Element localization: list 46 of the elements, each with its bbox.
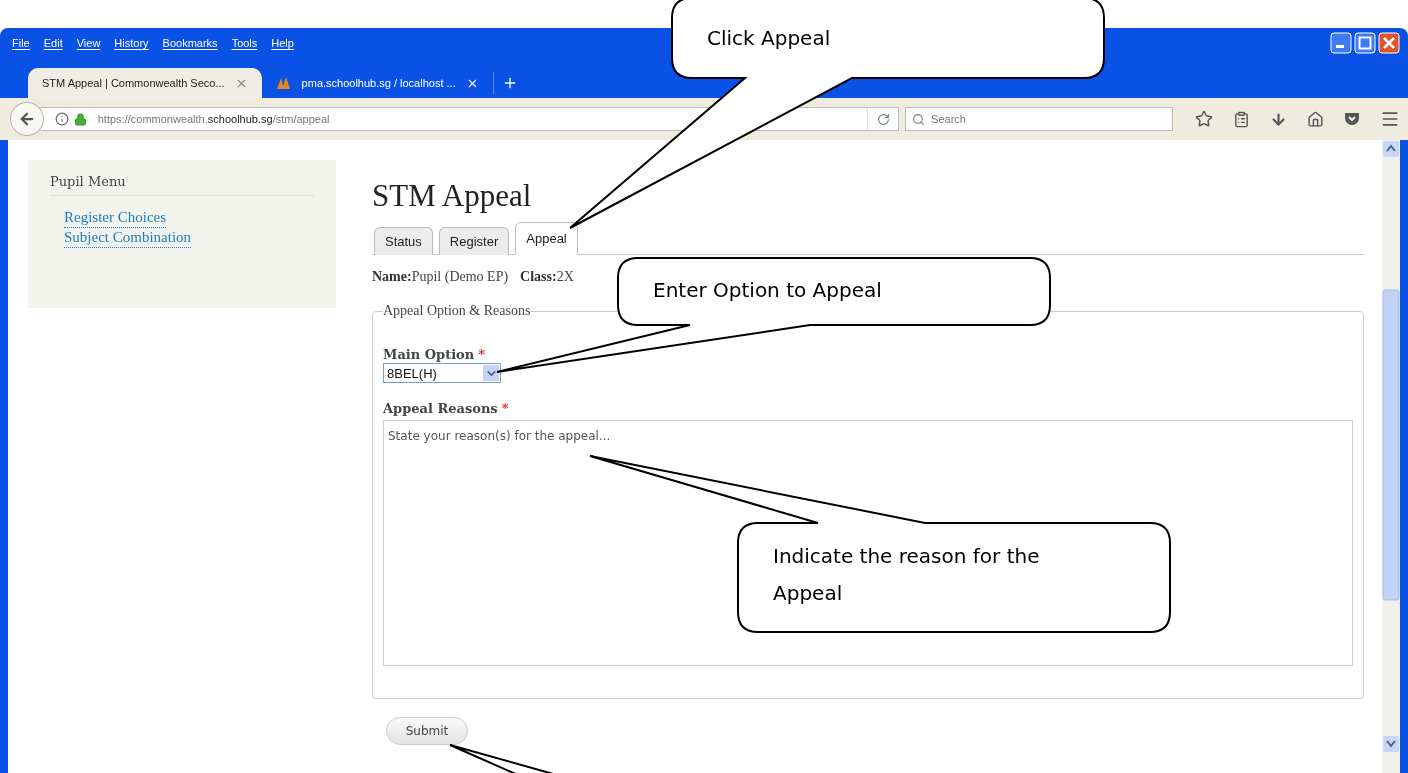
fieldset-legend: Appeal Option & Reasons bbox=[383, 303, 531, 319]
reload-icon[interactable] bbox=[876, 112, 890, 126]
search-field[interactable]: Search bbox=[905, 107, 1173, 131]
required-mark: * bbox=[478, 347, 486, 362]
menu-item[interactable]: View bbox=[76, 37, 101, 49]
option-select[interactable]: 8BEL(H) bbox=[383, 363, 501, 383]
back-button[interactable] bbox=[10, 102, 44, 136]
sidebar-link[interactable]: Register Choices bbox=[64, 208, 167, 228]
close-icon[interactable] bbox=[1378, 32, 1400, 54]
browser-tab[interactable]: STM Appeal | Commonwealth Seco... bbox=[28, 68, 262, 98]
menu-item[interactable]: Tools bbox=[231, 37, 258, 49]
field-label: Main Option * bbox=[383, 347, 487, 362]
callout-text: Click Appeal bbox=[707, 25, 831, 52]
menu-item[interactable]: History bbox=[114, 37, 149, 49]
sidebar-link[interactable]: Subject Combination bbox=[64, 228, 192, 248]
info-icon[interactable] bbox=[54, 112, 69, 126]
submit-button[interactable]: Submit bbox=[386, 717, 468, 745]
home-icon[interactable] bbox=[1307, 110, 1324, 128]
menu-item[interactable]: Bookmarks bbox=[162, 37, 218, 49]
required-mark: * bbox=[501, 401, 509, 416]
sail-logo-icon bbox=[275, 76, 292, 90]
download-icon[interactable] bbox=[1270, 110, 1287, 128]
page-title: STM Appeal bbox=[372, 178, 533, 214]
menu-icon[interactable] bbox=[1380, 109, 1400, 129]
browser-tab[interactable]: pma.schoolhub.sg / localhost ... bbox=[261, 68, 493, 98]
lock-icon bbox=[73, 112, 87, 126]
callout-text: Indicate the reason for the Appeal bbox=[773, 543, 1040, 607]
callout-text: Enter Option to Appeal bbox=[653, 277, 882, 304]
url-text: https://commonwealth.schoolhub.sg/stm/appeal bbox=[97, 113, 330, 125]
maximize-icon[interactable] bbox=[1354, 32, 1376, 54]
scrollbar[interactable] bbox=[1382, 140, 1400, 773]
search-icon bbox=[912, 112, 926, 126]
sidebar-title: Pupil Menu bbox=[50, 174, 314, 196]
info-text: Name:Pupil (Demo EP) bbox=[372, 269, 509, 285]
menu-item[interactable]: File bbox=[12, 37, 30, 49]
minimize-icon[interactable] bbox=[1330, 32, 1352, 54]
menu-item[interactable]: Help bbox=[271, 37, 294, 49]
page-tab[interactable]: Appeal bbox=[515, 222, 578, 255]
menu-item[interactable]: Edit bbox=[43, 37, 63, 49]
info-text: Class:2X bbox=[520, 269, 574, 285]
field-label: Appeal Reasons * bbox=[383, 401, 510, 416]
bookmark-star-icon[interactable] bbox=[1195, 110, 1213, 128]
pocket-icon[interactable] bbox=[1344, 111, 1360, 127]
page-tab[interactable]: Status bbox=[374, 227, 433, 255]
reading-list-icon[interactable] bbox=[1233, 110, 1250, 128]
page-tab[interactable]: Register bbox=[438, 227, 510, 255]
